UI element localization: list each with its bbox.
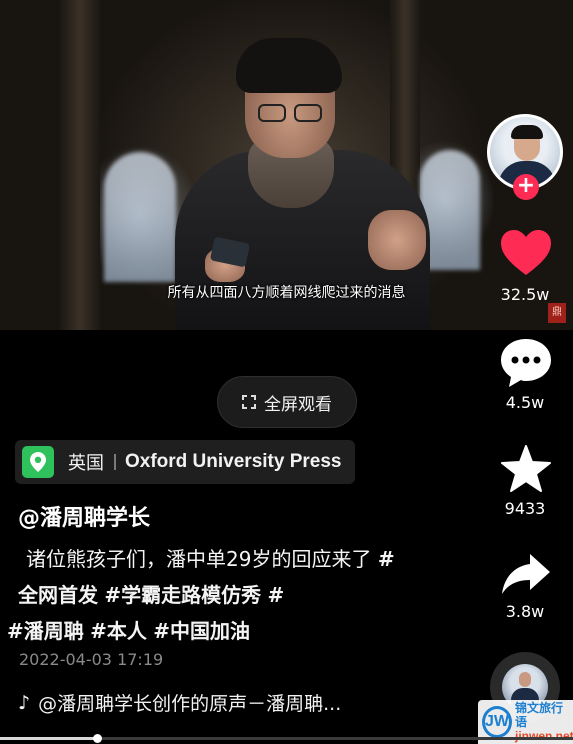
background-pillar — [60, 0, 100, 330]
post-date: 2022-04-03 17:19 — [19, 650, 164, 669]
fullscreen-label: 全屏观看 — [264, 394, 332, 415]
background-window — [104, 152, 176, 282]
favorite-star-icon[interactable] — [501, 445, 551, 493]
comment-count: 4.5w — [505, 393, 545, 412]
glasses-right — [294, 104, 322, 122]
presenter-hair — [236, 38, 342, 93]
follow-button[interactable]: + — [513, 174, 539, 200]
music-title: @潘周聃学长创作的原声－潘周聃... — [38, 693, 342, 715]
music-note-icon: ♪ — [18, 691, 31, 714]
location-country: 英国 — [68, 453, 104, 474]
share-count: 3.8w — [505, 602, 545, 621]
watermark-logo: JW — [482, 706, 512, 738]
comment-icon[interactable] — [499, 337, 553, 389]
hashtag[interactable]: # — [267, 583, 284, 607]
avatar-hair — [511, 125, 543, 139]
like-heart-icon[interactable] — [500, 229, 552, 277]
caption-text: 诸位熊孩子们，潘中单29岁的回应来了 — [26, 547, 372, 571]
hashtag[interactable]: #中国加油 — [153, 619, 250, 643]
hashtag[interactable]: #潘周聃 — [7, 619, 84, 643]
fullscreen-button[interactable]: 全屏观看 — [217, 376, 357, 428]
share-arrow-icon[interactable] — [500, 552, 552, 596]
hashtag[interactable]: #学霸走路模仿秀 — [104, 583, 261, 607]
hashtag[interactable]: #本人 — [90, 619, 147, 643]
progress-handle[interactable] — [93, 734, 103, 743]
watermark-cn: 锦文旅行语 — [515, 701, 564, 729]
presenter-hand — [368, 210, 426, 270]
watermark-en: jinwen.net — [515, 729, 573, 743]
progress-fill — [0, 737, 98, 740]
like-count: 32.5w — [500, 285, 550, 304]
video-player[interactable]: 所有从四面八方顺着网线爬过来的消息 鼎 — [0, 0, 573, 330]
glasses-left — [258, 104, 286, 122]
video-caption: 诸位熊孩子们，潘中单29岁的回应来了 #全网首发 #学霸走路模仿秀 # #潘周聃… — [7, 541, 398, 649]
favorite-count: 9433 — [504, 499, 546, 518]
location-place: Oxford University Press — [125, 451, 342, 472]
map-pin-icon — [22, 446, 54, 478]
author-username[interactable]: @潘周聃学长 — [18, 500, 150, 532]
music-track[interactable]: ♪ @潘周聃学长创作的原声－潘周聃... — [18, 689, 341, 716]
fullscreen-icon — [242, 395, 256, 409]
location-divider — [114, 454, 116, 470]
corner-stamp: 鼎 — [548, 303, 566, 323]
location-tag[interactable]: 英国 Oxford University Press — [15, 440, 355, 484]
